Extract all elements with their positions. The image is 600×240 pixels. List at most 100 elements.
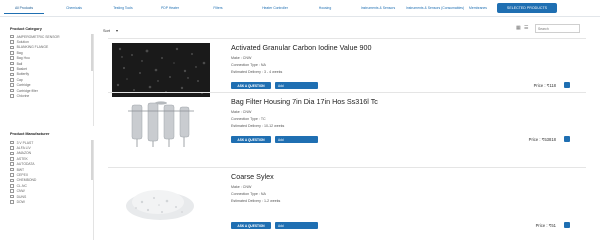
product-name[interactable]: Bag Filter Housing 7in Dia 17in Hos Ss31…	[231, 97, 378, 106]
product-name[interactable]: Coarse Sylex	[231, 172, 274, 181]
checkbox[interactable]	[10, 45, 14, 50]
sort-label[interactable]: Sort	[103, 29, 110, 33]
product-price: Price : ₹118	[533, 83, 556, 88]
filter-label: BLANKING FLANGE	[16, 45, 49, 50]
tab-instruments-sensors-consumables[interactable]: Instruments & Sensors (Consumables)	[406, 3, 464, 14]
filter-label: Butterfly	[16, 72, 30, 77]
category-filter-list[interactable]: AMPEROMETRIC SENSOR Solution BLANKING FLAN…	[8, 34, 94, 126]
category-filter-item[interactable]: Chlorine	[8, 93, 93, 98]
tab-testing-tools[interactable]: Testing Tools	[102, 3, 144, 14]
add-button[interactable]: Add	[275, 136, 318, 143]
filter-label: Cartridge	[16, 83, 31, 88]
checkbox[interactable]	[10, 72, 14, 77]
product-connection-type: Connection Type : NA	[231, 63, 266, 67]
checkbox[interactable]	[10, 184, 14, 188]
product-make: Make : CNW	[231, 185, 252, 189]
cart-icon[interactable]	[564, 136, 570, 142]
checkbox[interactable]	[10, 56, 14, 61]
filter-label: CL-NC	[16, 183, 27, 188]
product-delivery: Estimated Delivery : 1-2 weeks	[231, 199, 281, 203]
filter-label: DOW	[16, 199, 25, 204]
product-card: Bag Filter Housing 7in Dia 17in Hos Ss31…	[108, 93, 586, 155]
ask-question-button[interactable]: ASK A QUESTION	[231, 222, 271, 229]
tab-chemicals[interactable]: Chemicals	[54, 3, 94, 14]
selected-products-button[interactable]: SELECTED PRODUCTS	[497, 3, 557, 13]
coarse-sylex-image	[112, 172, 210, 226]
filter-label: CNW	[16, 189, 25, 194]
checkbox[interactable]	[10, 94, 14, 98]
checkbox[interactable]	[10, 146, 14, 150]
tab-housing[interactable]: Housing	[310, 3, 340, 14]
filter-label: Solution	[16, 40, 29, 45]
grid-view-icon[interactable]: ▦	[516, 26, 521, 31]
tab-pdp-heater[interactable]: PDP Heater	[152, 3, 188, 14]
tab-bar-divider	[0, 16, 600, 17]
checkbox[interactable]	[10, 194, 14, 199]
product-make: Make : CNW	[231, 56, 252, 60]
filter-label: ALFA LIV	[16, 146, 31, 151]
category-scrollbar[interactable]	[91, 34, 93, 71]
filter-label: AMAZON	[16, 151, 32, 156]
ask-question-button[interactable]: ASK A QUESTION	[231, 136, 271, 143]
checkbox[interactable]	[10, 167, 14, 172]
add-button[interactable]: Add	[275, 222, 318, 229]
checkbox[interactable]	[10, 157, 14, 161]
tab-heater-controller[interactable]: Heater Controller	[248, 3, 302, 14]
filter-label: CHEMBOND	[16, 178, 37, 183]
checkbox[interactable]	[10, 151, 14, 156]
activated-carbon-image	[112, 43, 210, 97]
product-name[interactable]: Activated Granular Carbon Iodine Value 9…	[231, 43, 372, 52]
manufacturer-scrollbar[interactable]	[91, 140, 93, 180]
checkbox[interactable]	[10, 178, 14, 183]
checkbox[interactable]	[10, 40, 14, 44]
filter-label: DUNS	[16, 194, 27, 199]
cart-icon[interactable]	[564, 82, 570, 88]
checkbox[interactable]	[10, 173, 14, 177]
filter-label: Chlorine	[16, 93, 30, 98]
bag-filter-housing-image	[112, 97, 210, 151]
filter-label: 3 V PLAST	[16, 140, 34, 145]
chevron-down-icon[interactable]: ▾	[116, 28, 118, 33]
product-price: Price : ₹53818	[528, 137, 556, 142]
filter-label: BWT	[16, 167, 25, 172]
product-make: Make : CNW	[231, 110, 252, 114]
filter-label: CEPEX	[16, 173, 29, 178]
checkbox[interactable]	[10, 162, 14, 167]
search-input[interactable]	[535, 24, 580, 33]
category-tab-bar: All Products Chemicals Testing Tools PDP…	[0, 0, 600, 18]
tab-membranes[interactable]: Membranes	[462, 3, 494, 14]
tab-all-products[interactable]: All Products	[4, 3, 44, 14]
product-category-title: Product Category	[10, 27, 42, 31]
product-connection-type: Connection Type : NA	[231, 192, 266, 196]
checkbox[interactable]	[10, 83, 14, 87]
checkbox[interactable]	[10, 51, 14, 55]
checkbox[interactable]	[10, 34, 14, 39]
checkbox[interactable]	[10, 67, 14, 71]
tab-instruments-sensors[interactable]: Instruments & Sensors	[350, 3, 406, 14]
checkbox[interactable]	[10, 189, 14, 193]
ask-question-button[interactable]: ASK A QUESTION	[231, 82, 271, 89]
filter-sidebar: Product Category AMPEROMETRIC SENSOR Solu…	[8, 24, 94, 240]
filter-label: Basket	[16, 67, 27, 72]
manufacturer-filter-list[interactable]: 3 V PLAST ALFA LIV AMAZON ASTEK AUTODATA BWT C…	[8, 140, 94, 240]
tab-filters[interactable]: Filters	[204, 3, 232, 14]
checkbox[interactable]	[10, 88, 14, 93]
checkbox[interactable]	[10, 200, 14, 204]
filter-label: AUTODATA	[16, 162, 35, 167]
manufacturer-filter-item[interactable]: DOW	[8, 199, 93, 204]
product-connection-type: Connection Type : TC	[231, 117, 266, 121]
checkbox[interactable]	[10, 78, 14, 82]
filter-label: Bag	[16, 50, 23, 55]
filter-label: Bag Hou	[16, 56, 30, 61]
cart-icon[interactable]	[564, 222, 570, 228]
filter-label: AMPEROMETRIC SENSOR	[16, 34, 60, 39]
add-button[interactable]: Add	[275, 82, 318, 89]
filter-label: Ball	[16, 61, 23, 66]
product-price: Price : ₹51	[535, 223, 556, 228]
product-delivery: Estimated Delivery : 3 - 4 weeks	[231, 70, 283, 74]
filter-label: Cartridge filter	[16, 88, 38, 93]
checkbox[interactable]	[10, 140, 14, 145]
product-manufacturer-title: Product Manufacturer	[10, 132, 50, 136]
checkbox[interactable]	[10, 61, 14, 66]
list-view-icon[interactable]: ☰	[524, 26, 529, 31]
